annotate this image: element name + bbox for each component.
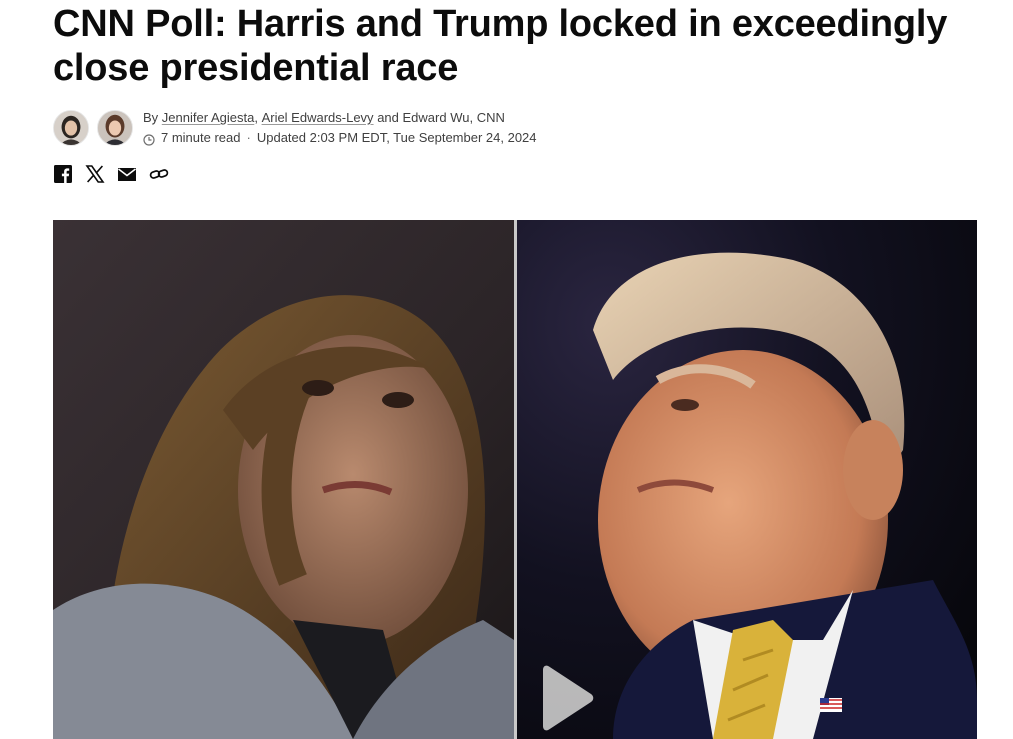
clock-icon: [143, 132, 155, 146]
updated-timestamp: Updated 2:03 PM EDT, Tue September 24, 2…: [256, 130, 537, 145]
share-bar: [53, 164, 181, 184]
byline: By Jennifer Agiesta, Ariel Edwards-Levy …: [53, 108, 537, 148]
read-time: 7 minute read: [161, 130, 241, 145]
x-icon[interactable]: [85, 164, 105, 184]
play-button[interactable]: [539, 665, 595, 731]
byline-conjunction: and: [377, 110, 399, 125]
byline-separator: ,: [254, 110, 258, 125]
hero-video[interactable]: [53, 220, 977, 739]
byline-rest: Edward Wu, CNN: [402, 110, 505, 125]
byline-text: By Jennifer Agiesta, Ariel Edwards-Levy …: [143, 108, 537, 148]
hero-image: [53, 220, 977, 739]
facebook-icon[interactable]: [53, 164, 73, 184]
meta-separator: ·: [246, 130, 251, 145]
author-link-jennifer-agiesta[interactable]: Jennifer Agiesta: [162, 108, 255, 128]
article-headline: CNN Poll: Harris and Trump locked in exc…: [53, 3, 948, 89]
byline-prefix: By: [143, 110, 159, 125]
play-icon: [543, 665, 594, 731]
email-icon[interactable]: [117, 164, 137, 184]
author-avatar-ariel-edwards-levy[interactable]: [97, 110, 133, 146]
author-link-ariel-edwards-levy[interactable]: Ariel Edwards-Levy: [262, 108, 374, 128]
author-avatar-jennifer-agiesta[interactable]: [53, 110, 89, 146]
link-icon[interactable]: [149, 164, 169, 184]
